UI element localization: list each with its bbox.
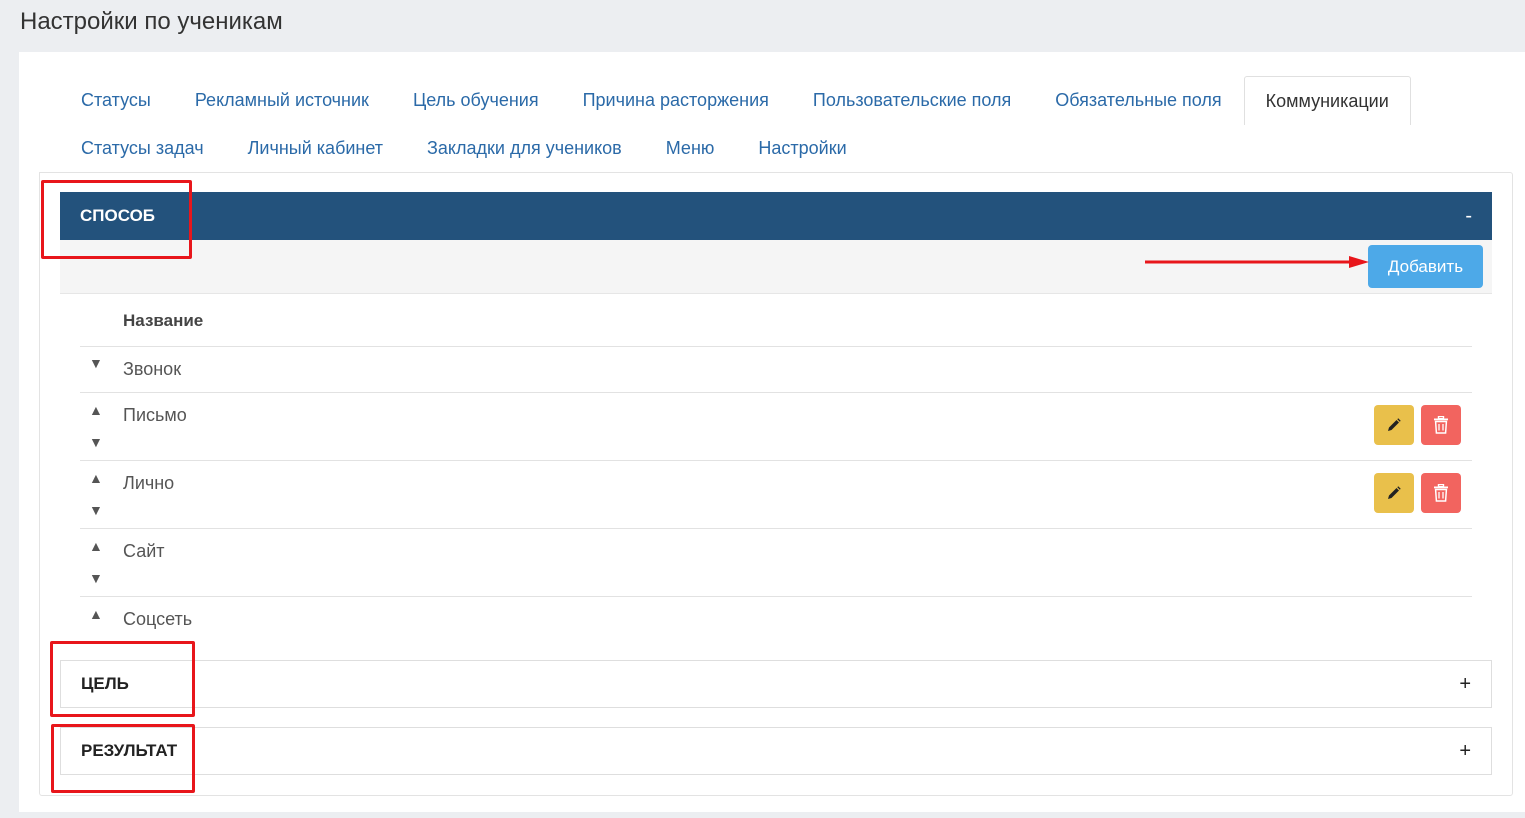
column-header-name: Название <box>123 311 204 330</box>
list-item: ▲ ▼ Сайт <box>80 528 1472 596</box>
annotation-highlight-method <box>41 180 192 259</box>
move-down-icon[interactable]: ▼ <box>89 502 103 518</box>
move-up-icon[interactable]: ▲ <box>89 606 103 622</box>
tab-personal-account[interactable]: Личный кабинет <box>226 124 405 172</box>
delete-button[interactable] <box>1421 405 1461 445</box>
annotation-highlight-result <box>51 724 195 793</box>
move-down-icon[interactable]: ▼ <box>89 355 103 371</box>
tab-custom-fields[interactable]: Пользовательские поля <box>791 76 1033 124</box>
item-name: Соцсеть <box>123 609 193 629</box>
panel-result-header[interactable]: РЕЗУЛЬТАТ + <box>60 727 1492 775</box>
tabs-row-2: Статусы задач Личный кабинет Закладки дл… <box>59 124 869 172</box>
expand-toggle[interactable]: + <box>1459 673 1471 696</box>
move-up-icon[interactable]: ▲ <box>89 538 103 554</box>
list-item: ▲ ▼ Письмо <box>80 392 1472 460</box>
tab-settings[interactable]: Настройки <box>736 124 868 172</box>
move-down-icon[interactable]: ▼ <box>89 570 103 586</box>
tab-statuses[interactable]: Статусы <box>59 76 173 124</box>
annotation-arrow-icon <box>1145 256 1369 268</box>
item-name: Лично <box>123 473 175 493</box>
item-name: Письмо <box>123 405 187 425</box>
list-item: ▼ Звонок <box>80 346 1472 392</box>
page-title: Настройки по ученикам <box>20 8 283 35</box>
expand-toggle[interactable]: + <box>1459 740 1471 763</box>
delete-button[interactable] <box>1421 473 1461 513</box>
collapse-toggle[interactable]: - <box>1465 205 1472 228</box>
edit-button[interactable] <box>1374 405 1414 445</box>
trash-icon <box>1434 416 1448 434</box>
pencil-icon <box>1388 418 1401 431</box>
list-item: ▲ Соцсеть <box>80 596 1472 642</box>
move-up-icon[interactable]: ▲ <box>89 470 103 486</box>
tabs-row-1: Статусы Рекламный источник Цель обучения… <box>59 76 1411 125</box>
tab-ad-source[interactable]: Рекламный источник <box>173 76 391 124</box>
tab-required-fields[interactable]: Обязательные поля <box>1033 76 1243 124</box>
move-down-icon[interactable]: ▼ <box>89 434 103 450</box>
list-item: ▲ ▼ Лично <box>80 460 1472 528</box>
pencil-icon <box>1388 486 1401 499</box>
panel-goal-header[interactable]: ЦЕЛЬ + <box>60 660 1492 708</box>
panel-method-header[interactable]: СПОСОБ - <box>60 192 1492 240</box>
add-button[interactable]: Добавить <box>1368 245 1483 288</box>
tab-menu[interactable]: Меню <box>644 124 737 172</box>
move-up-icon[interactable]: ▲ <box>89 402 103 418</box>
trash-icon <box>1434 484 1448 502</box>
settings-card: Статусы Рекламный источник Цель обучения… <box>19 52 1525 812</box>
tab-learning-goal[interactable]: Цель обучения <box>391 76 561 124</box>
tab-student-bookmarks[interactable]: Закладки для учеников <box>405 124 644 172</box>
tab-task-statuses[interactable]: Статусы задач <box>59 124 226 172</box>
annotation-highlight-goal <box>50 641 195 717</box>
tab-communications[interactable]: Коммуникации <box>1243 76 1411 125</box>
tab-termination-reason[interactable]: Причина расторжения <box>561 76 791 124</box>
item-name: Звонок <box>123 359 182 379</box>
item-name: Сайт <box>123 541 165 561</box>
edit-button[interactable] <box>1374 473 1414 513</box>
